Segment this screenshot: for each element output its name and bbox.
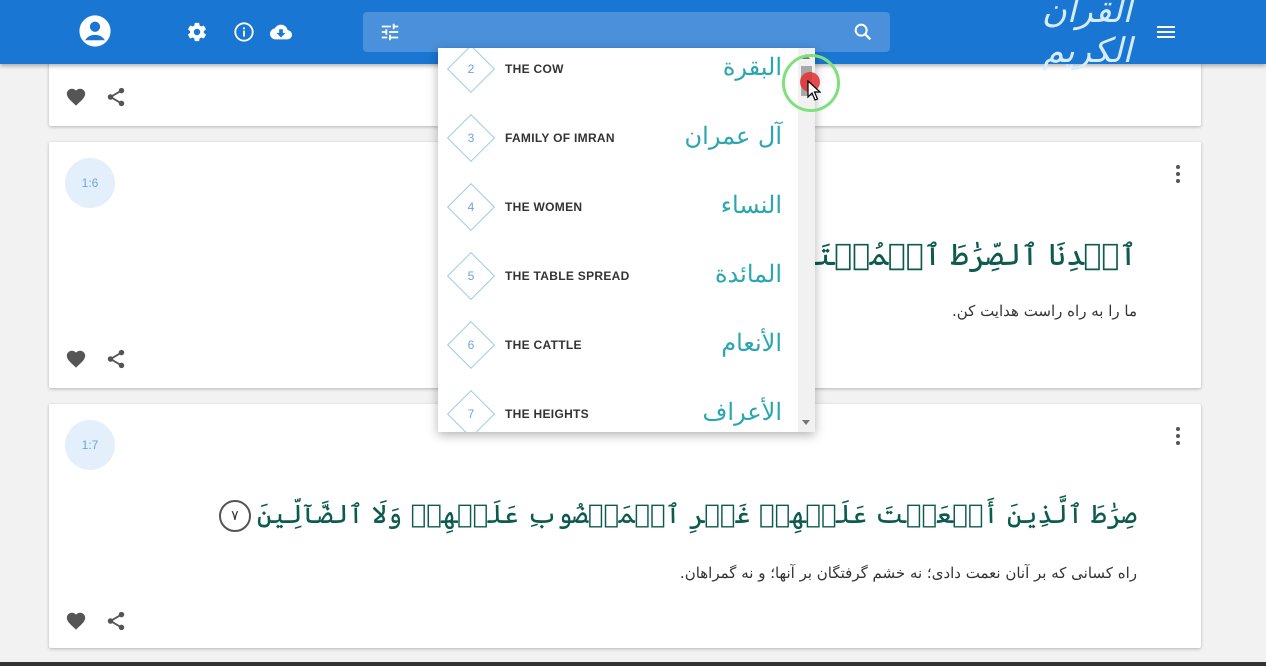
surah-name-arabic: الأنعام	[721, 329, 782, 357]
surah-number: 2	[467, 62, 475, 76]
surah-name-arabic: النساء	[720, 191, 782, 219]
ayah-end-marker: ٧	[218, 500, 251, 532]
ayah-number-badge[interactable]: 1:7	[65, 420, 115, 470]
surah-name-arabic: المائدة	[714, 260, 782, 288]
ayah-translation: راه کسانی که بر آنان نعمت دادی؛ نه خشم گ…	[679, 564, 1137, 582]
surah-name-arabic: الأعراف	[702, 398, 782, 426]
surah-item[interactable]: 6 THE CATTLE الأنعام	[438, 311, 798, 380]
surah-number: 7	[467, 407, 475, 421]
surah-item[interactable]: 4 THE WOMEN النساء	[438, 173, 798, 242]
surah-number: 6	[467, 338, 475, 352]
surah-item[interactable]: 2 THE COW البقرة	[438, 48, 798, 104]
surah-item[interactable]: 3 FAMILY OF IMRAN آل عمران	[438, 104, 798, 173]
surah-name-english: THE COW	[505, 62, 564, 76]
surah-number: 5	[467, 269, 475, 283]
surah-number: 3	[467, 131, 475, 145]
settings-icon[interactable]	[186, 21, 208, 43]
card-actions	[65, 348, 127, 375]
favorite-icon[interactable]	[65, 348, 87, 375]
surah-name-english: THE HEIGHTS	[505, 407, 589, 421]
ayah-arabic-text: صِرَٰطَ ٱلَّذِينَ أَنۡعَمۡتَ عَلَيۡهِمۡ …	[213, 500, 1137, 532]
more-options-icon[interactable]	[1175, 164, 1181, 189]
favorite-icon[interactable]	[65, 86, 87, 113]
account-icon[interactable]	[78, 14, 112, 48]
tune-icon[interactable]	[379, 21, 401, 48]
mouse-cursor-icon	[807, 79, 822, 107]
cloud-download-icon[interactable]	[269, 21, 293, 43]
search-bar[interactable]	[363, 12, 890, 52]
surah-name-arabic: البقرة	[722, 53, 782, 81]
share-icon[interactable]	[105, 610, 127, 637]
surah-number: 4	[467, 200, 475, 214]
card-actions	[65, 610, 127, 637]
ayah-number-badge[interactable]: 1:6	[65, 158, 115, 208]
ayah-text: ٱهۡدِنَا ٱلصِّرَٰطَ ٱلۡمُسۡتَقِيمَ	[763, 238, 1137, 273]
surah-name-english: THE WOMEN	[505, 200, 583, 214]
favorite-icon[interactable]	[65, 610, 87, 637]
surah-name-english: FAMILY OF IMRAN	[505, 131, 615, 145]
surah-item[interactable]: 5 THE TABLE SPREAD المائدة	[438, 242, 798, 311]
surah-item[interactable]: 7 THE HEIGHTS الأعراف	[438, 380, 798, 432]
info-icon[interactable]	[233, 21, 255, 43]
card-actions	[65, 86, 127, 113]
app-logo: القرآن الکریم	[1041, 0, 1132, 71]
surah-name-arabic: آل عمران	[684, 122, 782, 150]
menu-icon[interactable]	[1154, 20, 1178, 49]
search-icon[interactable]	[852, 21, 874, 48]
surah-dropdown[interactable]: 2 THE COW البقرة 3 FAMILY OF IMRAN آل عم…	[438, 48, 815, 432]
ayah-text: صِرَٰطَ ٱلَّذِينَ أَنۡعَمۡتَ عَلَيۡهِمۡ …	[256, 500, 1137, 530]
ayah-translation: ما را به راه راست هدایت کن.	[951, 302, 1137, 320]
more-options-icon[interactable]	[1175, 426, 1181, 451]
share-icon[interactable]	[105, 348, 127, 375]
scroll-down-arrow-icon[interactable]	[802, 420, 810, 425]
bottom-divider	[0, 662, 1266, 666]
share-icon[interactable]	[105, 86, 127, 113]
surah-name-english: THE TABLE SPREAD	[505, 269, 630, 283]
ayah-card: 1:7 صِرَٰطَ ٱلَّذِينَ أَنۡعَمۡتَ عَلَيۡه…	[49, 404, 1201, 648]
surah-name-english: THE CATTLE	[505, 338, 582, 352]
